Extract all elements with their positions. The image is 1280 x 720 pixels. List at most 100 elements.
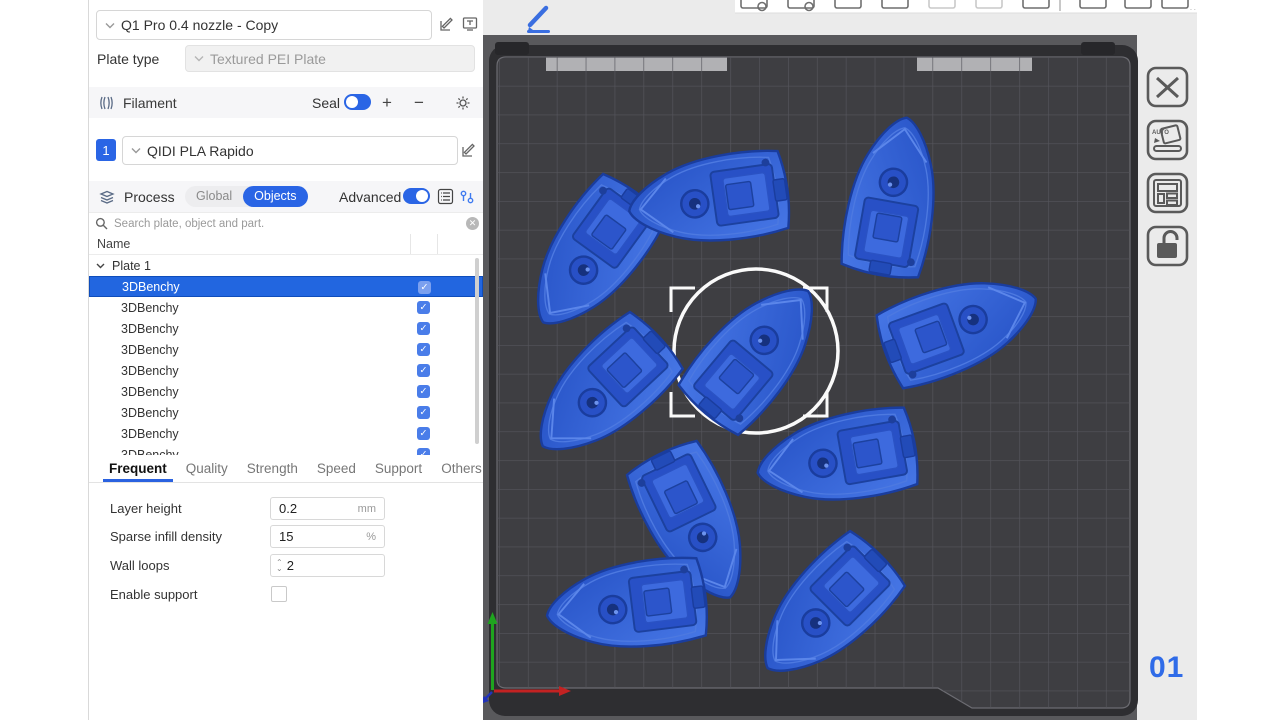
tree-item-row[interactable]: 3DBenchy ✓	[89, 318, 483, 339]
scope-switch[interactable]: Global Objects	[185, 186, 308, 207]
infill-density-input[interactable]: 15 %	[270, 525, 385, 548]
visibility-checkbox[interactable]: ✓	[417, 343, 430, 356]
tree-item-row[interactable]: 3DBenchy ✓	[89, 444, 483, 455]
tree-item-row[interactable]: 3DBenchy ✓	[89, 339, 483, 360]
layer-height-input[interactable]: 0.2 mm	[270, 497, 385, 520]
param-label: Sparse infill density	[110, 529, 222, 544]
filament-title: Filament	[123, 95, 177, 111]
infill-density-value: 15	[279, 529, 293, 544]
tree-item-row[interactable]: 3DBenchy ✓	[89, 381, 483, 402]
chevron-down-icon	[105, 22, 115, 29]
list-scrollbar[interactable]	[475, 258, 479, 444]
chevron-down-icon	[194, 55, 204, 62]
arrange-plate-icon	[1154, 180, 1181, 206]
search-placeholder: Search plate, object and part.	[114, 218, 264, 230]
tree-item-label: 3DBenchy	[121, 301, 179, 315]
infill-density-unit: %	[366, 531, 376, 543]
object-rows: 3DBenchy✓3DBenchy✓3DBenchy✓3DBenchy✓3DBe…	[89, 276, 483, 455]
advanced-label: Advanced	[339, 189, 401, 205]
tab-quality[interactable]: Quality	[180, 461, 234, 482]
tree-item-label: 3DBenchy	[121, 406, 179, 420]
seal-label: Seal	[312, 95, 340, 111]
filament-name: QIDI PLA Rapido	[147, 143, 254, 159]
enable-support-checkbox[interactable]	[271, 586, 287, 602]
process-title: Process	[124, 189, 175, 205]
tab-others[interactable]: Others	[435, 461, 488, 482]
collapsed-left-rail	[0, 0, 89, 720]
scope-objects[interactable]: Objects	[243, 186, 307, 207]
printer-setting-icon[interactable]	[461, 15, 479, 33]
scope-global[interactable]: Global	[185, 186, 243, 207]
tree-item-label: 3DBenchy	[121, 364, 179, 378]
advanced-toggle[interactable]	[403, 188, 430, 204]
param-list-icon[interactable]	[437, 188, 454, 205]
process-tabs: FrequentQualityStrengthSpeedSupportOther…	[89, 458, 483, 483]
tree-item-row[interactable]: 3DBenchy ✓	[89, 276, 483, 297]
visibility-checkbox[interactable]: ✓	[417, 448, 430, 456]
layer-height-unit: mm	[358, 503, 376, 515]
visibility-checkbox[interactable]: ✓	[417, 427, 430, 440]
tree-plate-row[interactable]: Plate 1	[89, 255, 483, 276]
right-toolbar-strip	[1137, 0, 1197, 720]
chevron-down-icon	[131, 147, 141, 154]
arrange-plate-button[interactable]	[1148, 174, 1187, 212]
filament-slot-badge[interactable]: 1	[96, 139, 116, 161]
tree-item-label: 3DBenchy	[121, 427, 179, 441]
visibility-checkbox[interactable]: ✓	[418, 281, 431, 294]
param-label: Enable support	[110, 587, 197, 602]
svg-text:. . :: . . :	[1190, 5, 1197, 12]
tree-item-label: 3DBenchy	[121, 448, 179, 456]
tab-speed[interactable]: Speed	[311, 461, 362, 482]
param-label: Wall loops	[110, 558, 169, 573]
add-filament-button[interactable]: +	[382, 93, 392, 113]
chevron-expand-icon[interactable]	[96, 263, 105, 269]
tree-item-row[interactable]: 3DBenchy ✓	[89, 423, 483, 444]
tree-item-row[interactable]: 3DBenchy ✓	[89, 402, 483, 423]
plate-type-label: Plate type	[97, 51, 159, 67]
visibility-checkbox[interactable]: ✓	[417, 385, 430, 398]
layer-height-value: 0.2	[279, 501, 297, 516]
tab-strength[interactable]: Strength	[241, 461, 304, 482]
search-icon	[95, 217, 108, 230]
plate-type-select[interactable]: Textured PEI Plate	[185, 45, 475, 72]
tree-item-label: 3DBenchy	[122, 280, 180, 294]
plate-number-label: 01	[1149, 651, 1184, 684]
tab-support[interactable]: Support	[369, 461, 428, 482]
process-nodes-icon[interactable]	[459, 189, 475, 205]
viewport-3d[interactable]: . . :	[483, 0, 1197, 720]
wall-loops-stepper[interactable]: ⌃⌄ 2	[270, 554, 385, 577]
seal-toggle[interactable]	[344, 94, 371, 110]
tree-item-label: 3DBenchy	[121, 343, 179, 357]
svg-text:AUTO: AUTO	[1152, 130, 1169, 136]
edit-filament-icon[interactable]	[460, 142, 478, 160]
tree-item-label: 3DBenchy	[121, 385, 179, 399]
tree-header-name: Name	[97, 237, 130, 251]
gear-icon[interactable]	[455, 95, 471, 111]
object-tree: Name Plate 1 3DBenchy ✓ 3DBenchy ✓ 3DBenchy ✓…	[89, 234, 483, 455]
param-label: Layer height	[110, 501, 182, 516]
stepper-arrows-icon[interactable]: ⌃⌄	[276, 560, 283, 572]
tree-header: Name	[89, 234, 483, 255]
tree-item-label: 3DBenchy	[121, 322, 179, 336]
visibility-checkbox[interactable]: ✓	[417, 364, 430, 377]
tab-frequent[interactable]: Frequent	[103, 461, 173, 482]
visibility-checkbox[interactable]: ✓	[417, 406, 430, 419]
visibility-checkbox[interactable]: ✓	[417, 322, 430, 335]
filament-select[interactable]: QIDI PLA Rapido	[122, 136, 458, 165]
search-input[interactable]: Search plate, object and part. ✕	[89, 212, 483, 235]
process-stack-icon	[98, 189, 116, 205]
filament-section-header: Filament Seal + −	[89, 87, 483, 118]
edit-preset-icon[interactable]	[438, 16, 456, 34]
plate-row-label: Plate 1	[112, 259, 151, 273]
clear-search-icon[interactable]: ✕	[466, 217, 479, 230]
process-section-header: Process Global Objects Advanced	[89, 181, 483, 212]
printer-preset-name: Q1 Pro 0.4 nozzle - Copy	[121, 17, 278, 33]
printer-preset-select[interactable]: Q1 Pro 0.4 nozzle - Copy	[96, 10, 432, 40]
tree-item-row[interactable]: 3DBenchy ✓	[89, 360, 483, 381]
tree-item-row[interactable]: 3DBenchy ✓	[89, 297, 483, 318]
remove-filament-button[interactable]: −	[414, 93, 424, 113]
plate-type-value: Textured PEI Plate	[210, 51, 326, 67]
visibility-checkbox[interactable]: ✓	[417, 301, 430, 314]
wall-loops-value: 2	[287, 558, 294, 573]
filament-spool-icon	[98, 95, 115, 111]
